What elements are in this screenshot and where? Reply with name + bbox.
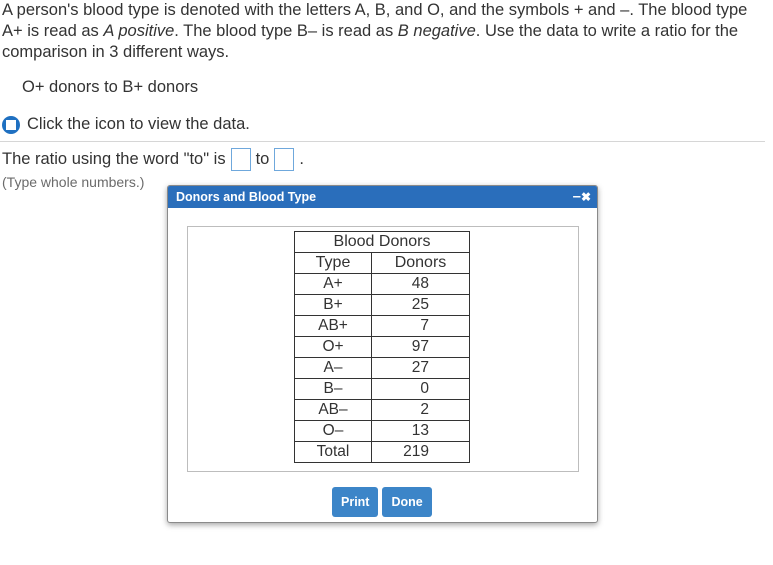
done-button[interactable]: Done [382,487,432,517]
question-text-part2: . The blood type B– is read as [174,22,398,40]
table-cell-donors: 219 [371,441,470,463]
close-icon[interactable]: ✖ [581,190,591,204]
dialog-controls: – ✖ [573,189,591,204]
table-cell-donors: 0 [371,378,470,400]
table-cell-type: B– [294,378,372,400]
table-cell-type: A– [294,357,372,379]
table-cell-type: A+ [294,273,372,295]
answer-suffix: . [299,150,304,168]
table-cell-donors: 2 [371,399,470,421]
table-row: O– 13 [294,420,470,442]
dialog-button-row: Print Done [332,487,436,517]
table-cell-type: O– [294,420,372,442]
comparison-label: O+ donors to B+ donors [22,78,199,96]
dialog-header[interactable]: Donors and Blood Type – ✖ [168,186,597,208]
table-cell-donors: 48 [371,273,470,295]
question-italic-a-positive: A positive [103,22,175,40]
column-header-donors: Donors [371,252,470,274]
view-data-link[interactable]: Click the icon to view the data. [2,115,250,134]
table-row: O+ 97 [294,336,470,358]
table-cell-type: AB– [294,399,372,421]
table-cell-type: B+ [294,294,372,316]
blood-donors-table: Blood Donors Type Donors A+ 48 B+ 25 AB+ [294,231,470,463]
minimize-icon[interactable]: – [573,189,581,204]
table-row: A– 27 [294,357,470,379]
table-cell-donors: 97 [371,336,470,358]
table-cell-type: AB+ [294,315,372,337]
answer-middle-word: to [255,150,270,168]
table-title: Blood Donors [294,231,470,253]
data-panel: Blood Donors Type Donors A+ 48 B+ 25 AB+ [187,226,579,472]
view-data-label[interactable]: Click the icon to view the data. [27,115,250,134]
print-button[interactable]: Print [332,487,379,517]
table-cell-donors: 25 [371,294,470,316]
table-row: B– 0 [294,378,470,400]
table-row: B+ 25 [294,294,470,316]
table-row-total: Total 219 [294,441,470,463]
table-cell-donors: 7 [371,315,470,337]
question-italic-b-negative: B negative [397,22,476,40]
table-row: A+ 48 [294,273,470,295]
table-cell-donors: 13 [371,420,470,442]
answer-line: The ratio using the word "to" is to . [2,148,304,171]
table-cell-type: O+ [294,336,372,358]
table-row: AB+ 7 [294,315,470,337]
data-table-icon[interactable] [2,115,20,134]
column-header-type: Type [294,252,372,274]
answer-hint: (Type whole numbers.) [2,174,145,190]
question-text: A person's blood type is denoted with th… [2,0,767,63]
table-row: AB– 2 [294,399,470,421]
table-cell-type: Total [294,441,372,463]
answer-input-first[interactable] [230,148,251,171]
data-table-icon-square [6,119,16,130]
table-cell-donors: 27 [371,357,470,379]
data-dialog: Donors and Blood Type – ✖ Blood Donors T… [167,185,598,523]
divider [0,141,765,142]
answer-input-second[interactable] [274,148,295,171]
answer-prefix: The ratio using the word "to" is [2,150,226,168]
dialog-title: Donors and Blood Type [176,190,317,204]
